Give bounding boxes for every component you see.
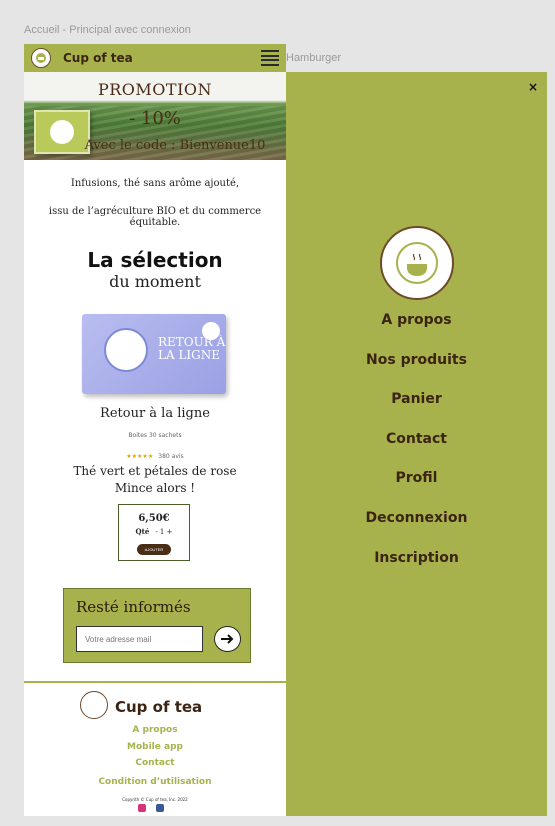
quantity-stepper[interactable]: Qté - 1 + <box>119 527 189 536</box>
copyright: Copyrith © Cup of tea, Inc. 2022 <box>122 797 188 802</box>
package-title: RETOUR À LA LIGNE <box>158 335 226 362</box>
social-links <box>138 804 164 812</box>
intro-line-1: Infusions, thé sans arôme ajouté, <box>70 178 240 189</box>
menu-item-profil[interactable]: Profil <box>286 470 547 486</box>
footer-logo-icon[interactable] <box>80 691 108 719</box>
product-price: 6,50€ <box>138 513 170 524</box>
menu-item-panier[interactable]: Panier <box>286 391 547 407</box>
stars-icon: ★★★★★ <box>126 453 154 460</box>
mobile-home-frame: Cup of tea PROMOTION - 10% Avec le code … <box>24 44 286 816</box>
hamburger-icon[interactable] <box>261 50 279 66</box>
intro-text-2: issu de l’agréculture BIO et du commerce… <box>24 206 286 228</box>
price-box: 6,50€ Qté - 1 + AJOUTER <box>118 504 190 561</box>
facebook-icon[interactable] <box>156 804 164 812</box>
product-rating: ★★★★★ 380 avis <box>24 443 286 462</box>
top-bar: Cup of tea <box>24 44 286 72</box>
promo-percent: - 10% <box>129 108 181 129</box>
badge-icon <box>202 322 220 340</box>
product-image[interactable]: RETOUR À LA LIGNE <box>82 314 226 394</box>
newsletter-title: Resté informés <box>76 598 191 616</box>
review-count: 380 avis <box>158 453 184 460</box>
intro-text: Infusions, thé sans arôme ajouté, <box>24 178 286 189</box>
menu-item-inscription[interactable]: Inscription <box>286 550 547 566</box>
arrow-right-icon <box>220 634 233 644</box>
logo-icon[interactable] <box>31 48 51 68</box>
menu-item-deconnexion[interactable]: Deconnexion <box>286 510 547 526</box>
menu-item-apropos[interactable]: A propos <box>286 312 547 328</box>
promo-title: PROMOTION <box>97 80 213 99</box>
menu-logo-icon[interactable] <box>380 226 454 300</box>
submit-arrow-button[interactable] <box>214 626 241 652</box>
brand-name: Cup of tea <box>63 51 133 65</box>
qty-label: Qté <box>135 527 150 536</box>
add-to-cart-button[interactable]: AJOUTER <box>136 544 172 555</box>
promo-code: Avec le code : Bienvenue10 <box>84 138 266 153</box>
frame-label-hamburger: Hamburger <box>286 52 342 64</box>
newsletter-box: Resté informés <box>63 588 251 663</box>
product-meta: Boites 30 sachets <box>128 432 182 439</box>
product-name[interactable]: Retour à la ligne <box>24 406 286 421</box>
email-field[interactable] <box>76 626 203 652</box>
product-desc-1: Thé vert et pétales de rose <box>73 464 237 478</box>
menu-item-contact[interactable]: Contact <box>286 431 547 447</box>
footer: Cup of tea A propos Mobile app Contact C… <box>24 681 286 816</box>
footer-link-mobile-app[interactable]: Mobile app <box>24 742 286 752</box>
frame-label-home: Accueil - Principal avec connexion <box>24 24 191 36</box>
menu-item-produits[interactable]: Nos produits <box>286 352 547 368</box>
footer-link-conditions[interactable]: Condition d’utilisation <box>24 777 286 787</box>
promo-banner[interactable]: PROMOTION - 10% Avec le code : Bienvenue… <box>24 72 286 160</box>
intro-line-2: issu de l’agréculture BIO et du commerce… <box>48 206 262 228</box>
selection-title: La sélection <box>87 248 223 272</box>
footer-link-contact[interactable]: Contact <box>24 758 286 768</box>
footer-brand: Cup of tea <box>115 698 203 716</box>
selection-subtitle: du moment <box>109 272 201 291</box>
hamburger-menu-frame: × A propos Nos produits Panier Contact P… <box>286 72 547 816</box>
qty-value[interactable]: - 1 + <box>155 528 172 536</box>
instagram-icon[interactable] <box>138 804 146 812</box>
product-logo-icon <box>104 328 148 372</box>
close-icon[interactable]: × <box>528 80 538 94</box>
product-desc-2: Mince alors ! <box>114 481 196 495</box>
footer-link-apropos[interactable]: A propos <box>24 725 286 735</box>
